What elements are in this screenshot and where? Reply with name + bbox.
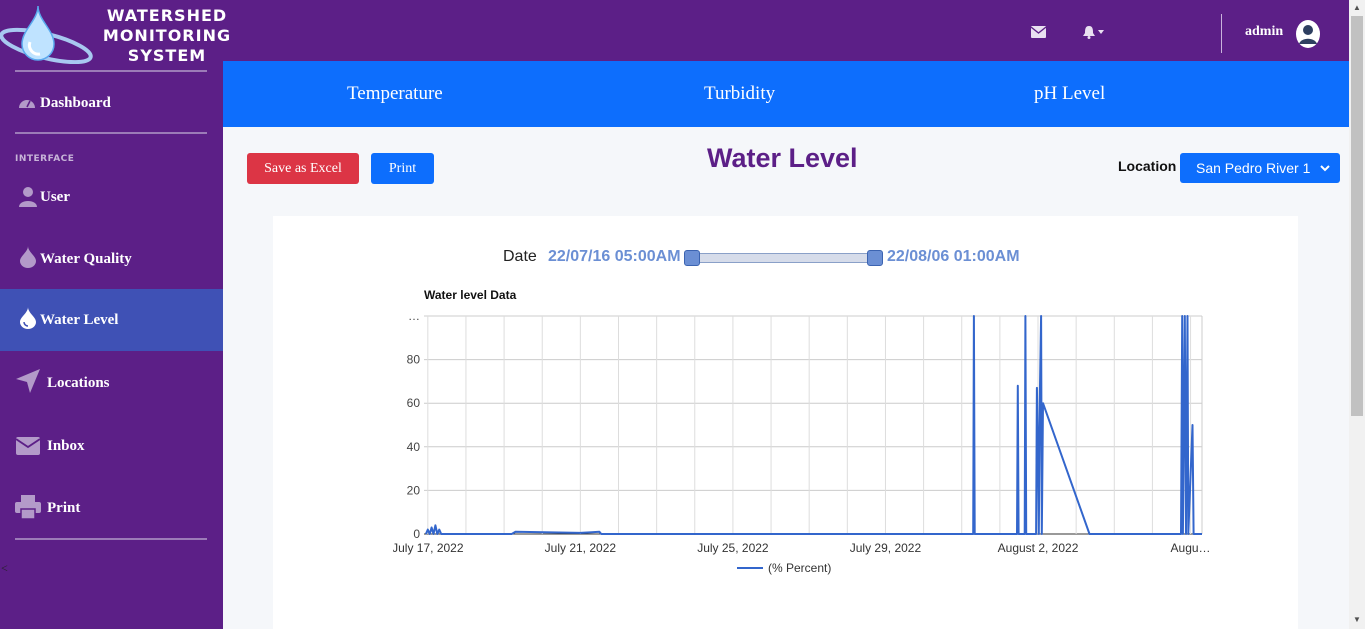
printer-icon [15, 494, 41, 520]
topbar-divider [1221, 14, 1222, 53]
brand-line-1: WATERSHED [106, 6, 228, 25]
date-range-track[interactable] [691, 253, 875, 263]
sidebar-item-dashboard[interactable]: Dashboard [0, 72, 223, 134]
water-level-chart: 0 20 40 60 80 … July 17, 2022 July 21, 2022 July… [393, 309, 1211, 575]
bell-icon[interactable] [1081, 24, 1109, 40]
x-tick-label: July 17, 2022 [393, 541, 464, 555]
parameter-tabs: Temperature Turbidity pH Level [223, 61, 1349, 127]
water-drop-logo [0, 2, 95, 65]
sidebar-item-water-quality[interactable]: Water Quality [0, 228, 223, 290]
sidebar-item-label: Water Quality [40, 250, 132, 267]
date-range-start-handle[interactable] [684, 250, 700, 266]
sidebar-item-water-level[interactable]: Water Level [0, 289, 223, 351]
chart-card: Date 22/07/16 05:00AM 22/08/06 01:00AM W… [273, 216, 1298, 629]
x-tick-label: Augu… [1171, 541, 1211, 555]
location-select[interactable]: San Pedro River 1 [1180, 153, 1340, 183]
y-tick-label: 80 [407, 353, 421, 367]
sidebar-item-print[interactable]: Print [0, 477, 223, 539]
brand-title: WATERSHED MONITORING SYSTEM [96, 6, 238, 66]
main-content: Save as Excel Print Water Level Location… [223, 127, 1349, 629]
envelope-icon[interactable] [1030, 24, 1046, 40]
sidebar-item-label: User [40, 188, 70, 205]
tab-ph-level[interactable]: pH Level [1034, 83, 1105, 105]
admin-username[interactable]: admin [1245, 24, 1283, 40]
brand[interactable]: WATERSHED MONITORING SYSTEM [0, 0, 230, 72]
y-tick-label: 60 [407, 396, 421, 410]
y-tick-label: 20 [407, 483, 421, 497]
chart-title: Water level Data [424, 288, 517, 302]
sidebar-item-locations[interactable]: Locations [0, 352, 223, 414]
chevron-down-icon [1320, 161, 1330, 177]
sidebar-item-label: Locations [47, 374, 110, 391]
tab-temperature[interactable]: Temperature [347, 83, 443, 105]
sidebar-item-label: Inbox [47, 437, 85, 454]
save-as-excel-button[interactable]: Save as Excel [247, 153, 359, 184]
sidebar-heading: INTERFACE [15, 154, 75, 164]
x-tick-label: July 25, 2022 [697, 541, 769, 555]
x-tick-label: July 21, 2022 [545, 541, 617, 555]
sidebar-item-inbox[interactable]: Inbox [0, 415, 223, 477]
avatar[interactable] [1295, 19, 1321, 49]
date-range-end-handle[interactable] [867, 250, 883, 266]
sidebar-item-label: Water Level [40, 311, 119, 328]
brand-line-2: MONITORING [102, 26, 232, 45]
scrollbar-thumb[interactable] [1351, 16, 1363, 416]
print-button[interactable]: Print [371, 153, 434, 184]
scroll-up-arrow[interactable]: ▲ [1353, 3, 1361, 12]
brand-divider [15, 70, 207, 72]
date-range-label: Date [503, 248, 537, 265]
tab-turbidity[interactable]: Turbidity [704, 83, 775, 105]
sidebar-collapse-toggle[interactable]: < [1, 561, 8, 576]
legend-label: (% Percent) [768, 561, 831, 575]
page-scrollbar[interactable]: ▲ ▼ [1349, 0, 1365, 629]
date-range-end: 22/08/06 01:00AM [887, 248, 1020, 265]
date-range-start: 22/07/16 05:00AM [548, 248, 681, 265]
x-tick-label: August 2, 2022 [998, 541, 1079, 555]
droplet-icon [15, 244, 41, 270]
sidebar-item-label: Print [47, 499, 81, 516]
scroll-down-arrow[interactable]: ▼ [1353, 615, 1361, 624]
gauge-icon [14, 90, 40, 116]
y-tick-label: 0 [413, 527, 420, 541]
location-selected-value: San Pedro River 1 [1196, 160, 1311, 176]
sidebar-divider [15, 132, 207, 134]
y-tick-label: … [408, 309, 420, 323]
envelope-icon [15, 433, 41, 459]
sidebar-item-user[interactable]: User [0, 166, 223, 228]
droplet-icon [15, 305, 41, 331]
sidebar: Dashboard INTERFACE User Water Quality W… [0, 61, 223, 629]
sidebar-item-label: Dashboard [40, 94, 111, 111]
user-icon [15, 184, 41, 210]
sidebar-divider [15, 538, 207, 540]
location-label: Location [1118, 158, 1177, 174]
brand-line-3: SYSTEM [127, 46, 207, 65]
y-tick-label: 40 [407, 440, 421, 454]
page-title: Water Level [707, 143, 858, 173]
location-arrow-icon [15, 368, 41, 394]
x-tick-label: July 29, 2022 [850, 541, 922, 555]
